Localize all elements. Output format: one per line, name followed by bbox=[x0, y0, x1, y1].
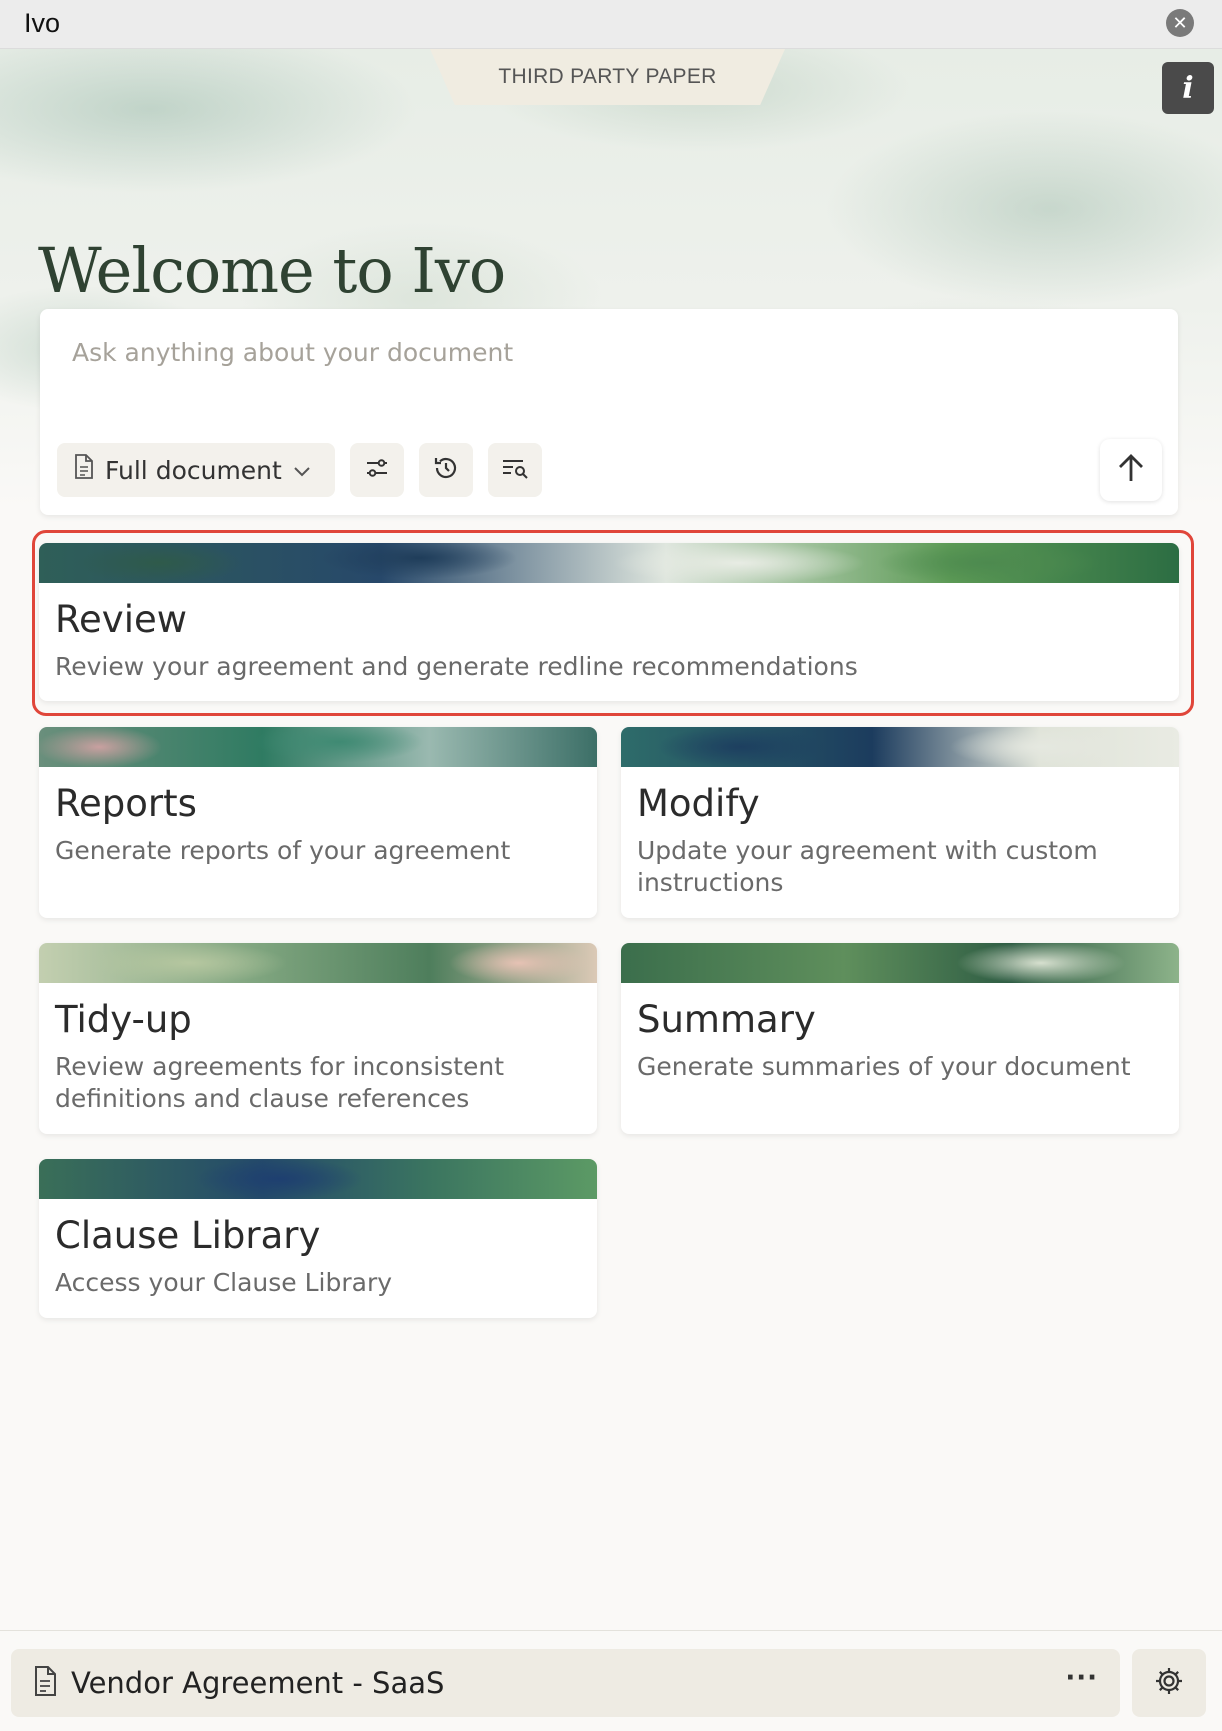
card-banner bbox=[621, 727, 1179, 767]
arrow-up-icon bbox=[1114, 451, 1148, 489]
document-selector[interactable]: Vendor Agreement - SaaS ··· bbox=[11, 1649, 1120, 1717]
send-button[interactable] bbox=[1100, 439, 1162, 501]
search-list-icon bbox=[501, 455, 529, 485]
card-banner bbox=[621, 943, 1179, 983]
workflow-card-modify[interactable]: Modify Update your agreement with custom… bbox=[621, 727, 1179, 918]
workflow-card-tidy-up[interactable]: Tidy-up Review agreements for inconsiste… bbox=[39, 943, 597, 1134]
sliders-icon bbox=[364, 455, 390, 485]
card-banner bbox=[39, 727, 597, 767]
ask-input[interactable] bbox=[70, 337, 1074, 368]
card-title: Review bbox=[55, 598, 188, 641]
document-name: Vendor Agreement - SaaS bbox=[71, 1666, 445, 1700]
settings-button[interactable] bbox=[1132, 1649, 1206, 1717]
card-description: Generate reports of your agreement bbox=[55, 836, 511, 865]
gear-icon bbox=[1153, 1665, 1185, 1701]
title-bar: Ivo ✕ bbox=[0, 0, 1222, 49]
card-description: Review your agreement and generate redli… bbox=[55, 652, 858, 681]
card-title: Clause Library bbox=[55, 1214, 321, 1257]
card-banner bbox=[39, 543, 1179, 583]
ask-card: Full document bbox=[40, 309, 1178, 515]
card-description: Access your Clause Library bbox=[55, 1268, 393, 1297]
workflow-card-summary[interactable]: Summary Generate summaries of your docum… bbox=[621, 943, 1179, 1134]
info-icon: i bbox=[1182, 70, 1194, 106]
scope-dropdown[interactable]: Full document bbox=[57, 443, 335, 497]
card-banner bbox=[39, 1159, 597, 1199]
card-description: Review agreements for inconsistent defin… bbox=[55, 1052, 504, 1113]
footer-bar: Vendor Agreement - SaaS ··· bbox=[0, 1630, 1222, 1731]
card-description: Generate summaries of your document bbox=[637, 1052, 1131, 1081]
info-button[interactable]: i bbox=[1162, 62, 1214, 114]
filter-button[interactable] bbox=[350, 443, 404, 497]
search-list-button[interactable] bbox=[488, 443, 542, 497]
card-title: Summary bbox=[637, 998, 816, 1041]
close-icon: ✕ bbox=[1172, 12, 1188, 34]
card-banner bbox=[39, 943, 597, 983]
workflow-card-clause-library[interactable]: Clause Library Access your Clause Librar… bbox=[39, 1159, 597, 1318]
card-title: Reports bbox=[55, 782, 197, 825]
more-options-button[interactable]: ··· bbox=[1065, 1663, 1098, 1693]
document-icon bbox=[33, 1666, 57, 1700]
card-description: Update your agreement with custom instru… bbox=[637, 836, 1098, 897]
card-title: Modify bbox=[637, 782, 760, 825]
paper-type-tab: THIRD PARTY PAPER bbox=[430, 49, 785, 105]
workflow-card-review[interactable]: Review Review your agreement and generat… bbox=[39, 543, 1179, 701]
scope-label: Full document bbox=[105, 455, 282, 485]
history-icon bbox=[432, 454, 460, 486]
workflow-card-reports[interactable]: Reports Generate reports of your agreeme… bbox=[39, 727, 597, 918]
close-button[interactable]: ✕ bbox=[1166, 9, 1194, 37]
chevron-down-icon bbox=[292, 456, 312, 485]
welcome-heading: Welcome to Ivo bbox=[38, 234, 506, 307]
history-button[interactable] bbox=[419, 443, 473, 497]
app-title: Ivo bbox=[24, 8, 61, 38]
document-icon bbox=[73, 454, 95, 486]
card-title: Tidy-up bbox=[55, 998, 192, 1041]
